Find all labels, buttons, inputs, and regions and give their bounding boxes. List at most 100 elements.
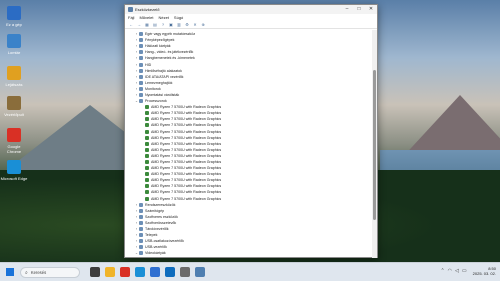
tree-label: AMD Ryzen 7 5700U with Radeon Graphics — [151, 172, 222, 177]
maximize-button[interactable]: □ — [353, 5, 365, 14]
tree-label: Hálózati kártyák — [145, 44, 171, 49]
device-category-icon — [139, 239, 143, 244]
scrollbar-thumb[interactable] — [373, 70, 376, 220]
desktop-icon-label: Google Chrome — [6, 144, 22, 154]
system-tray: ⌃ ◠ ◁ ▭ 8:50 2025. 03. 02. — [440, 266, 496, 276]
desktop-icon[interactable]: Vezérlőpult — [0, 96, 28, 117]
tree-label: Telepek — [145, 233, 158, 238]
taskbar-search[interactable]: ⌕ Keresés — [20, 267, 80, 278]
window-controls: – □ ✕ — [341, 5, 377, 14]
tree-label: AMD Ryzen 7 5700U with Radeon Graphics — [151, 190, 222, 195]
toolbar-button[interactable]: ▤ — [152, 22, 158, 27]
titlebar[interactable]: Eszközkezelő – □ ✕ — [125, 5, 377, 14]
device-manager-icon[interactable] — [195, 267, 205, 277]
tree-label: Processzorok — [145, 99, 167, 104]
toolbar: ← → ▦ ▤? ▣ ▥ ⚙ ✕ ⊕ — [125, 21, 377, 29]
device-category-icon — [139, 62, 143, 67]
windows-logo-icon — [6, 268, 10, 272]
device-category-icon — [139, 208, 143, 213]
tree-label: IDE ATA/ATAPI vezérlők — [145, 74, 184, 79]
desktop-icon-label: Lejátszás — [5, 82, 23, 87]
tree-label: Szoftveres eszközök — [145, 214, 178, 219]
tree-label: Lemezmeghajtók — [145, 80, 173, 85]
tree-label: Videokártyák — [145, 251, 166, 256]
tree-label: AMD Ryzen 7 5700U with Radeon Graphics — [151, 147, 222, 152]
toolbar-button[interactable]: ← — [128, 22, 134, 27]
battery-icon[interactable]: ▭ — [462, 268, 467, 274]
taskbar-apps — [90, 267, 205, 277]
settings-icon[interactable] — [180, 267, 190, 277]
desktop-icon[interactable]: Lejátszás — [0, 66, 28, 87]
search-placeholder: Keresés — [30, 270, 47, 275]
tree-label: Fényképezőgépek — [145, 38, 175, 43]
desktop-app-icon — [7, 128, 21, 142]
device-category-icon — [139, 44, 143, 49]
close-button[interactable]: ✕ — [365, 5, 377, 14]
tree-label: AMD Ryzen 7 5700U with Radeon Graphics — [151, 196, 222, 201]
processor-icon — [145, 184, 149, 189]
processor-icon — [145, 135, 149, 140]
tree-label: AMD Ryzen 7 5700U with Radeon Graphics — [151, 153, 222, 158]
tree-label: AMD Ryzen 7 5700U with Radeon Graphics — [151, 105, 222, 110]
device-category-icon — [139, 227, 143, 232]
tree-label: Hang-, videó- és játékvezérlők — [145, 50, 194, 55]
processor-icon — [145, 141, 149, 146]
menubar: Fájl Művelet Nézet Súgó — [125, 14, 377, 21]
desktop-icon-label: Ez a gép — [6, 22, 22, 27]
desktop-icon[interactable]: Ez a gép — [0, 6, 28, 27]
device-category-icon — [139, 74, 143, 79]
processor-icon — [145, 178, 149, 183]
device-category-icon — [139, 202, 143, 207]
device-manager-window: Eszközkezelő – □ ✕ Fájl Művelet Nézet Súgó … — [124, 4, 378, 258]
toolbar-button[interactable]: ? — [160, 22, 166, 27]
task-view-icon[interactable] — [90, 267, 100, 277]
toolbar-button[interactable]: ▥ — [176, 22, 182, 27]
processor-icon — [145, 166, 149, 171]
tree-label: Számítógép — [145, 208, 165, 213]
minimize-button[interactable]: – — [341, 5, 353, 14]
device-category-icon — [139, 56, 143, 61]
device-category-icon — [139, 220, 143, 225]
menu-item[interactable]: Nézet — [158, 15, 168, 20]
tree-label: Himlőséhajtó alakzatok — [145, 68, 182, 73]
toolbar-button[interactable]: ▣ — [168, 22, 174, 27]
desktop-icon-label: Microsoft Edge — [0, 176, 28, 181]
file-explorer-icon[interactable] — [105, 267, 115, 277]
windows-logo-icon — [10, 268, 14, 272]
windows-logo-icon — [10, 272, 14, 276]
wifi-icon[interactable]: ◠ — [448, 268, 452, 274]
tree-label: AMD Ryzen 7 5700U with Radeon Graphics — [151, 129, 222, 134]
store-icon[interactable] — [150, 267, 160, 277]
desktop-icon[interactable]: Lomtár — [0, 34, 28, 55]
desktop-app-icon — [7, 66, 21, 80]
clock-date: 2025. 03. 02. — [472, 271, 496, 276]
chrome-icon[interactable] — [120, 267, 130, 277]
toolbar-button[interactable]: ⚙ — [184, 22, 190, 27]
desktop-app-icon — [7, 34, 21, 48]
toolbar-button[interactable]: ✕ — [192, 22, 198, 27]
vertical-scrollbar[interactable] — [372, 30, 377, 258]
window-title: Eszközkezelő — [135, 7, 160, 12]
device-item[interactable]: AMD Radeon(TM) Graphics — [125, 256, 373, 258]
menu-item[interactable]: Művelet — [139, 15, 153, 20]
desktop-icon-label: Lomtár — [7, 50, 21, 55]
toolbar-button[interactable]: ⊕ — [200, 22, 206, 27]
menu-item[interactable]: Súgó — [174, 15, 183, 20]
desktop-app-icon — [7, 160, 21, 174]
tree-label: AMD Ryzen 7 5700U with Radeon Graphics — [151, 141, 222, 146]
toolbar-button[interactable]: ▦ — [144, 22, 150, 27]
tree-label: Rendszereszközök — [145, 202, 176, 207]
start-button[interactable] — [6, 268, 14, 276]
desktop-icon[interactable]: Google Chrome — [0, 128, 28, 154]
processor-icon — [145, 123, 149, 128]
desktop-icon[interactable]: Microsoft Edge — [0, 160, 28, 181]
device-category-icon — [139, 99, 143, 104]
volume-icon[interactable]: ◁ — [455, 268, 459, 274]
toolbar-button[interactable]: → — [136, 22, 142, 27]
edge-icon[interactable] — [135, 267, 145, 277]
processor-icon — [145, 160, 149, 165]
clock[interactable]: 8:50 2025. 03. 02. — [473, 266, 496, 276]
mail-icon[interactable] — [165, 267, 175, 277]
chevron-up-icon[interactable]: ⌃ — [440, 268, 444, 274]
menu-item[interactable]: Fájl — [128, 15, 134, 20]
